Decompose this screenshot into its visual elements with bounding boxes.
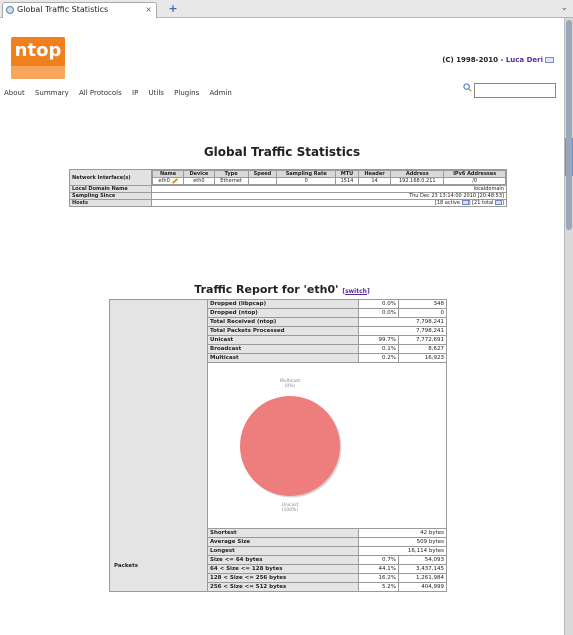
domain-label: Local Domain Name <box>69 185 152 193</box>
col-name: Name <box>151 170 185 178</box>
summary-table: Network Interface(s) Name Device Type Sp… <box>69 169 507 207</box>
table-row: Size <= 64 bytes <box>207 555 359 565</box>
tab-bar: Global Traffic Statistics × + ⌄ <box>0 0 573 18</box>
pie-chart-cell: Multicast (0%) Unicast (100%) <box>207 362 447 529</box>
page-favicon-icon <box>6 6 14 14</box>
col-header: Header <box>357 170 392 178</box>
search-input[interactable] <box>474 83 556 98</box>
menu-admin[interactable]: Admin <box>209 89 231 97</box>
table-row: Dropped (libpcap) <box>207 299 359 309</box>
edit-pencil-icon[interactable] <box>171 177 178 184</box>
report-title: Traffic Report for 'eth0' [switch] <box>194 283 370 296</box>
switch-link[interactable]: switch <box>345 288 367 295</box>
since-label: Sampling Since <box>69 192 152 200</box>
table-row: Longest <box>207 546 359 556</box>
table-row: Unicast <box>207 335 359 345</box>
cell-type: Ethernet <box>213 177 249 185</box>
cell-speed <box>247 177 278 185</box>
tab-list-button[interactable]: ⌄ <box>560 3 568 13</box>
menu-all-protocols[interactable]: All Protocols <box>79 89 122 97</box>
cell-address: 192.168.0.211 <box>390 177 445 185</box>
mail-icon[interactable] <box>545 57 554 63</box>
packets-label: Packets <box>109 299 208 592</box>
table-row: 128 < Size <= 256 bytes <box>207 573 359 583</box>
tab-global-traffic[interactable]: Global Traffic Statistics × <box>2 2 157 18</box>
logo-band <box>11 66 65 79</box>
col-mtu: MTU <box>335 170 359 178</box>
interface-label: Network Interface(s) <box>69 169 152 186</box>
page-title: Global Traffic Statistics <box>203 145 361 159</box>
since-value: Thu Dec 23 13:14:00 2010 [20:48:53] <box>151 192 507 200</box>
main-menu: About Summary All Protocols IP Utils Plu… <box>4 89 240 97</box>
menu-plugins[interactable]: Plugins <box>174 89 199 97</box>
table-row: Dropped (ntop) <box>207 308 359 318</box>
table-row: Broadcast <box>207 344 359 354</box>
cell-header: 14 <box>357 177 392 185</box>
tab-title: Global Traffic Statistics <box>17 5 109 14</box>
cell-name: eth0 <box>151 177 185 185</box>
table-row: 256 < Size <= 512 bytes <box>207 582 359 592</box>
traffic-table: Packets Dropped (libpcap) 0.0% 348 Dropp… <box>109 299 447 592</box>
table-row: Total Packets Processed <box>207 326 359 336</box>
page-content: ntop (C) 1998-2010 - Luca Deri About Sum… <box>0 19 564 635</box>
browser-window: Global Traffic Statistics × + ⌄ ntop (C)… <box>0 0 573 635</box>
table-row: Shortest <box>207 528 359 538</box>
search-icon <box>463 83 472 92</box>
menu-about[interactable]: About <box>4 89 25 97</box>
vertical-scrollbar[interactable] <box>564 18 573 635</box>
hosts-total-chart-icon[interactable] <box>495 200 503 205</box>
cell-mtu: 1514 <box>335 177 359 185</box>
author-link[interactable]: Luca Deri <box>506 56 543 64</box>
hosts-label: Hosts <box>69 199 152 207</box>
col-device: Device <box>183 170 215 178</box>
table-row: Multicast <box>207 353 359 363</box>
copyright: (C) 1998-2010 - Luca Deri <box>442 56 554 64</box>
pie-slice-unicast <box>240 396 340 496</box>
copyright-text: (C) 1998-2010 - <box>442 56 506 64</box>
table-row: 64 < Size <= 128 bytes <box>207 564 359 574</box>
menu-utils[interactable]: Utils <box>149 89 164 97</box>
col-address: Address <box>390 170 445 178</box>
cell-device: eth0 <box>183 177 215 185</box>
col-speed: Speed <box>247 170 278 178</box>
menu-summary[interactable]: Summary <box>35 89 69 97</box>
col-sampling-rate: Sampling Rate <box>276 170 337 178</box>
col-ipv6: IPv6 Addresses <box>443 170 506 178</box>
cell-sampling-rate: 0 <box>276 177 337 185</box>
pie-label-multicast: Multicast (0%) <box>280 378 301 389</box>
menu-ip[interactable]: IP <box>132 89 138 97</box>
table-row: Average Size <box>207 537 359 547</box>
traffic-pie-chart: Multicast (0%) Unicast (100%) <box>240 378 342 513</box>
table-row: Total Received (ntop) <box>207 317 359 327</box>
col-type: Type <box>213 170 249 178</box>
new-tab-button[interactable]: + <box>167 3 179 15</box>
scrollbar-thumb[interactable] <box>566 20 572 230</box>
ntop-logo[interactable]: ntop <box>11 37 65 79</box>
cell-ipv6: /0 <box>443 177 506 185</box>
hosts-value: [18 active ] [21 total ] <box>151 199 507 207</box>
interface-table: Name Device Type Speed Sampling Rate MTU… <box>151 170 506 185</box>
hosts-chart-icon[interactable] <box>461 200 469 205</box>
close-icon[interactable]: × <box>145 3 152 17</box>
pie-label-unicast: Unicast (100%) <box>282 502 299 513</box>
domain-value: localdomain <box>151 185 507 193</box>
logo-text: ntop <box>14 40 62 61</box>
